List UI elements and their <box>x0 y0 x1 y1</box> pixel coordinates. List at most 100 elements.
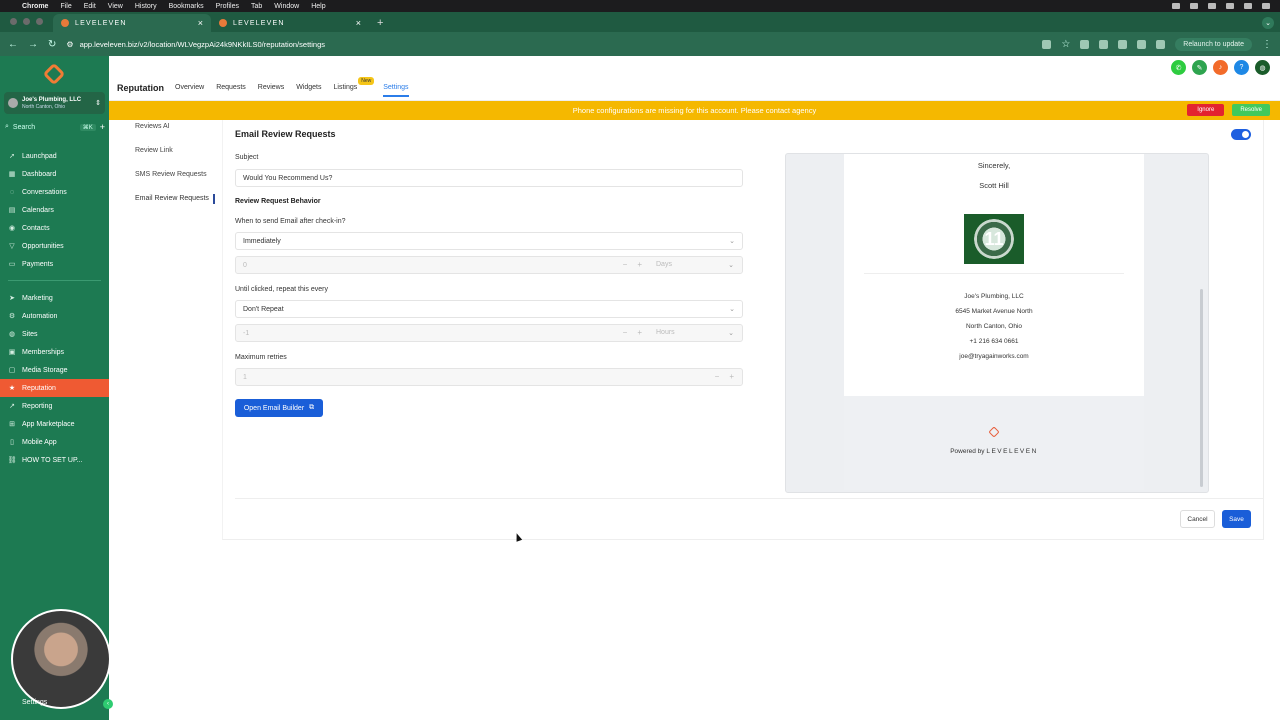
subject-input[interactable]: Would You Recommend Us? <box>235 169 743 187</box>
delay-unit-select[interactable]: Days ⌄ <box>656 261 734 269</box>
extensions-puzzle-icon[interactable] <box>1118 39 1128 49</box>
new-tab-icon[interactable]: + <box>377 17 383 29</box>
repeat-select[interactable]: Don't Repeat ⌄ <box>235 300 743 318</box>
status-icon[interactable] <box>1190 3 1198 9</box>
menu-window[interactable]: Window <box>274 3 299 10</box>
preview-scrollbar[interactable] <box>1200 289 1203 487</box>
delay-input[interactable]: 0 − + Days ⌄ <box>235 256 743 274</box>
menubar-app-name[interactable]: Chrome <box>22 3 48 10</box>
leveleven-logo-icon[interactable] <box>42 62 66 86</box>
sidebar-item-how-to-set-up[interactable]: ⛓ HOW TO SET UP... <box>0 451 109 469</box>
sidebar-item-launchpad[interactable]: ➚ Launchpad <box>0 147 109 165</box>
browser-tab[interactable]: LEVELEVEN × <box>211 14 369 32</box>
extension-icon[interactable] <box>1099 39 1109 49</box>
close-tab-icon[interactable]: × <box>356 18 361 28</box>
phone-call-icon[interactable]: ✆ <box>1171 60 1186 75</box>
repeat-unit-select[interactable]: Hours ⌄ <box>656 329 734 337</box>
sidebar-item-opportunities[interactable]: ▽ Opportunities <box>0 237 109 255</box>
subnav-review-link[interactable]: Review Link <box>135 146 215 156</box>
bookmark-star-icon[interactable]: ☆ <box>1061 39 1070 50</box>
back-icon[interactable]: ← <box>8 39 18 50</box>
subnav-email-review-requests[interactable]: Email Review Requests <box>135 194 215 204</box>
sidebar-item-reporting[interactable]: ↗ Reporting <box>0 397 109 415</box>
enable-email-requests-toggle[interactable] <box>1231 129 1251 140</box>
sidebar-item-marketing[interactable]: ➤ Marketing <box>0 289 109 307</box>
status-icon[interactable] <box>1172 3 1180 9</box>
menu-bookmarks[interactable]: Bookmarks <box>169 3 204 10</box>
address-bar[interactable]: ⚙ app.leveleven.biz/v2/location/WLVegzpA… <box>66 40 1032 49</box>
tab-widgets[interactable]: Widgets <box>296 80 321 97</box>
plus-icon[interactable]: + <box>637 328 642 337</box>
sidebar-item-sites[interactable]: ◍ Sites <box>0 325 109 343</box>
minus-icon[interactable]: − <box>623 328 628 337</box>
quick-add-icon[interactable]: + <box>100 122 105 132</box>
notification-bell-icon[interactable]: ♪ <box>1213 60 1228 75</box>
sidebar-item-dashboard[interactable]: ▦ Dashboard <box>0 165 109 183</box>
collapse-sidebar-icon[interactable]: ‹ <box>103 699 113 709</box>
menu-file[interactable]: File <box>60 3 71 10</box>
profile-icon[interactable] <box>1156 39 1166 49</box>
save-button[interactable]: Save <box>1222 510 1251 528</box>
wifi-icon[interactable] <box>1226 3 1234 9</box>
repeat-count-input[interactable]: -1 − + Hours ⌄ <box>235 324 743 342</box>
close-window-icon[interactable] <box>10 18 17 25</box>
download-icon[interactable] <box>1137 39 1147 49</box>
sidebar-item-app-marketplace[interactable]: ⊞ App Marketplace <box>0 415 109 433</box>
zoom-window-icon[interactable] <box>36 18 43 25</box>
control-center-icon[interactable] <box>1262 3 1270 9</box>
plus-icon[interactable]: + <box>637 260 642 269</box>
sidebar-search[interactable]: ⌕ Search ⌘K + <box>5 120 105 134</box>
menu-tab[interactable]: Tab <box>251 3 262 10</box>
menu-history[interactable]: History <box>135 3 157 10</box>
tab-reviews[interactable]: Reviews <box>258 80 284 97</box>
account-switcher[interactable]: Joe's Plumbing, LLC North Canton, Ohio ⇕ <box>4 92 105 114</box>
help-icon[interactable]: ? <box>1234 60 1249 75</box>
when-to-send-select[interactable]: Immediately ⌄ <box>235 232 743 250</box>
ignore-button[interactable]: Ignore <box>1187 104 1225 116</box>
minimize-window-icon[interactable] <box>23 18 30 25</box>
browser-tab-active[interactable]: LEVELEVEN × <box>53 14 211 32</box>
battery-icon[interactable] <box>1244 3 1252 9</box>
sidebar-item-mobile-app[interactable]: ▯ Mobile App <box>0 433 109 451</box>
status-icon[interactable] <box>1208 3 1216 9</box>
sidebar-item-automation[interactable]: ⚙ Automation <box>0 307 109 325</box>
menu-view[interactable]: View <box>108 3 123 10</box>
max-retries-input[interactable]: 1 − + <box>235 368 743 386</box>
minus-icon[interactable]: − <box>623 260 628 269</box>
sidebar-item-conversations[interactable]: ◌ Conversations <box>0 183 109 201</box>
tab-settings[interactable]: Settings <box>383 80 409 97</box>
announcement-icon[interactable]: ✎ <box>1192 60 1207 75</box>
minus-icon[interactable]: − <box>715 372 720 381</box>
sidebar-item-payments[interactable]: ▭ Payments <box>0 255 109 273</box>
sidebar-item-media-storage[interactable]: ▢ Media Storage <box>0 361 109 379</box>
open-email-builder-button[interactable]: Open Email Builder ⧉ <box>235 399 323 417</box>
menu-profiles[interactable]: Profiles <box>216 3 239 10</box>
tab-requests[interactable]: Requests <box>216 80 246 97</box>
subnav-sms-review-requests[interactable]: SMS Review Requests <box>135 170 215 180</box>
sidebar-item-contacts[interactable]: ◉ Contacts <box>0 219 109 237</box>
site-info-icon[interactable]: ⚙ <box>66 40 73 49</box>
resolve-button[interactable]: Resolve <box>1232 104 1270 116</box>
sidebar-item-reputation[interactable]: ★ Reputation <box>0 379 109 397</box>
sidebar-item-calendars[interactable]: ▤ Calendars <box>0 201 109 219</box>
menu-edit[interactable]: Edit <box>84 3 96 10</box>
sidebar-item-memberships[interactable]: ▣ Memberships <box>0 343 109 361</box>
close-tab-icon[interactable]: × <box>198 18 203 28</box>
relaunch-button[interactable]: Relaunch to update <box>1175 37 1252 51</box>
user-avatar[interactable]: ◍ <box>1255 60 1270 75</box>
menu-help[interactable]: Help <box>311 3 325 10</box>
sidebar-item-settings[interactable]: Settings <box>22 699 47 706</box>
forward-icon[interactable]: → <box>28 39 38 50</box>
extension-icon[interactable] <box>1080 39 1090 49</box>
plus-icon[interactable]: + <box>729 372 734 381</box>
tab-search-icon[interactable]: ⌄ <box>1262 17 1274 29</box>
repeat-stepper[interactable]: − + <box>623 328 642 337</box>
reload-icon[interactable]: ↻ <box>48 39 56 50</box>
delay-stepper[interactable]: − + <box>623 260 642 269</box>
password-key-icon[interactable] <box>1042 39 1052 49</box>
retries-stepper[interactable]: − + <box>715 372 734 381</box>
kebab-menu-icon[interactable]: ⋮ <box>1262 39 1272 50</box>
tab-overview[interactable]: Overview <box>175 80 204 97</box>
search-input[interactable]: Search <box>13 124 35 131</box>
subnav-reviews-ai[interactable]: Reviews AI <box>135 122 215 132</box>
